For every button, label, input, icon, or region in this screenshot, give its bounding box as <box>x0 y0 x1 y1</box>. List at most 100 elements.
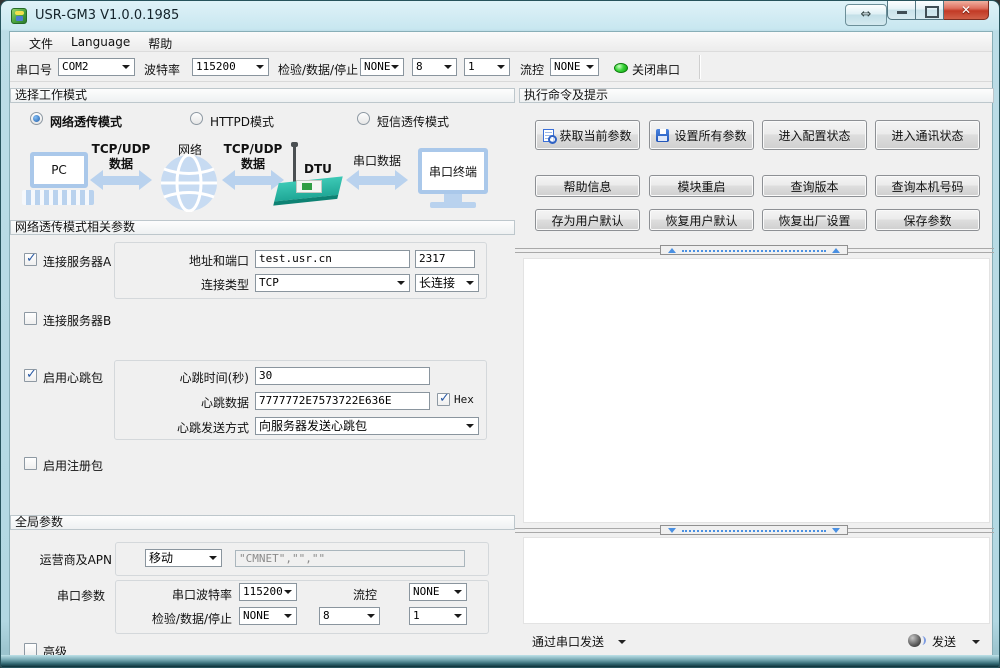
server-a-port-input[interactable]: 2317 <box>415 250 475 268</box>
port-open-led-icon <box>614 63 628 73</box>
flip-arrow-button[interactable]: ⇔ <box>845 4 887 26</box>
serial-stopbits-select[interactable]: 1 <box>409 607 467 625</box>
get-current-params-button[interactable]: 获取当前参数 <box>535 120 640 150</box>
collapse-up-icon <box>668 248 676 253</box>
log-splitter-top <box>515 245 994 256</box>
close-port-button[interactable]: 关闭串口 <box>632 61 680 78</box>
heartbeat-time-input[interactable]: 30 <box>255 367 430 385</box>
set-all-params-button[interactable]: 设置所有参数 <box>649 120 754 150</box>
radio-sms-mode[interactable] <box>357 112 370 125</box>
conn-type-label: 连接类型 <box>114 276 249 293</box>
splitter-grip[interactable] <box>660 525 848 535</box>
chevron-down-icon[interactable] <box>972 640 980 644</box>
save-params-button[interactable]: 保存参数 <box>875 209 980 231</box>
enter-comm-mode-button[interactable]: 进入通讯状态 <box>875 120 980 150</box>
databits-select[interactable]: 8 <box>412 58 457 76</box>
link1-label-line1: TCP/UDP <box>90 142 152 156</box>
send-via-serial-dropdown[interactable]: 通过串口发送 <box>532 633 604 650</box>
log-splitter-bottom <box>515 525 994 536</box>
addr-port-label: 地址和端口 <box>114 252 249 269</box>
serial-pds-label: 检验/数据/停止 <box>114 610 232 627</box>
close-button[interactable] <box>944 1 989 20</box>
minimize-button[interactable] <box>887 1 916 20</box>
dtu-antenna-icon <box>293 146 296 184</box>
heartbeat-data-input[interactable]: 7777772E7573722E636E <box>255 392 430 410</box>
serial-databits-select[interactable]: 8 <box>319 607 380 625</box>
baud-label: 波特率 <box>144 61 180 78</box>
module-restart-button[interactable]: 模块重启 <box>649 175 754 197</box>
baud-select[interactable]: 115200 <box>192 58 269 76</box>
carrier-select[interactable]: 移动 <box>145 549 222 567</box>
send-button[interactable]: 发送 <box>932 633 956 650</box>
monitor-stand-icon <box>444 194 462 202</box>
chevron-down-icon[interactable] <box>618 640 626 644</box>
menu-help[interactable]: 帮助 <box>139 32 181 51</box>
radio-net-transparent-mode[interactable] <box>30 112 43 125</box>
restore-user-default-button[interactable]: 恢复用户默认 <box>649 209 754 231</box>
title-bar: USR-GM3 V1.0.0.1985 ⇔ <box>1 1 999 31</box>
server-a-label[interactable]: 连接服务器A <box>43 253 111 270</box>
dtu-chip-icon <box>302 183 312 190</box>
stopbits-select[interactable]: 1 <box>464 58 510 76</box>
maximize-button[interactable] <box>916 1 944 20</box>
hex-checkbox[interactable] <box>437 393 450 406</box>
query-local-number-button[interactable]: 查询本机号码 <box>875 175 980 197</box>
collapse-down-icon <box>832 528 840 533</box>
net-params-header: 网络透传模式相关参数 <box>10 220 515 235</box>
serial-parity-select[interactable]: NONE <box>239 607 297 625</box>
menu-file[interactable]: 文件 <box>20 32 62 51</box>
flow-select[interactable]: NONE <box>550 58 599 76</box>
radio-httpd-label[interactable]: HTTPD模式 <box>210 113 274 130</box>
serial-flow-label: 流控 <box>310 586 377 603</box>
radio-net-transparent-label[interactable]: 网络透传模式 <box>50 113 122 130</box>
collapse-down-icon <box>668 528 676 533</box>
server-a-address-input[interactable]: test.usr.cn <box>255 250 410 268</box>
network-globe-icon <box>160 154 218 212</box>
server-a-checkbox[interactable] <box>24 253 37 266</box>
window-frame-bottom <box>1 655 999 667</box>
link3-label: 串口数据 <box>346 152 408 169</box>
heartbeat-time-label: 心跳时间(秒) <box>114 369 249 386</box>
floppy-disk-icon <box>656 129 669 142</box>
conn-type-select[interactable]: TCP <box>255 274 410 292</box>
conn-mode-select[interactable]: 长连接 <box>415 274 479 292</box>
parity-select[interactable]: NONE <box>360 58 404 76</box>
server-b-checkbox[interactable] <box>24 312 37 325</box>
hex-label[interactable]: Hex <box>454 393 474 406</box>
serial-baud-select[interactable]: 115200 <box>239 583 297 601</box>
help-info-button[interactable]: 帮助信息 <box>535 175 640 197</box>
app-window: USR-GM3 V1.0.0.1985 ⇔ 文件 Language 帮助 串口号… <box>0 0 1000 668</box>
register-checkbox[interactable] <box>24 457 37 470</box>
serial-flow-select[interactable]: NONE <box>409 583 467 601</box>
send-sound-icon <box>908 634 921 647</box>
radio-httpd-mode[interactable] <box>190 112 203 125</box>
link3-arrow-icon <box>346 170 408 190</box>
query-version-button[interactable]: 查询版本 <box>762 175 867 197</box>
link2-label-line1: TCP/UDP <box>222 142 284 156</box>
port-label: 串口号 <box>16 61 52 78</box>
response-log-area[interactable] <box>523 258 990 523</box>
register-label[interactable]: 启用注册包 <box>43 457 103 474</box>
splitter-grip[interactable] <box>660 245 848 255</box>
enter-config-mode-button[interactable]: 进入配置状态 <box>762 120 867 150</box>
client-area: 文件 Language 帮助 串口号 COM2 波特率 115200 检验/数据… <box>9 31 993 657</box>
heartbeat-data-label: 心跳数据 <box>114 394 249 411</box>
pc-keyboard-icon <box>22 190 94 205</box>
send-input-area[interactable] <box>523 537 990 624</box>
window-controls <box>887 1 989 20</box>
heartbeat-mode-label: 心跳发送方式 <box>114 419 249 436</box>
work-mode-header: 选择工作模式 <box>10 88 515 103</box>
heartbeat-checkbox[interactable] <box>24 369 37 382</box>
radio-sms-label[interactable]: 短信透传模式 <box>377 113 449 130</box>
restore-factory-button[interactable]: 恢复出厂设置 <box>762 209 867 231</box>
save-user-default-button[interactable]: 存为用户默认 <box>535 209 640 231</box>
server-b-label[interactable]: 连接服务器B <box>43 312 111 329</box>
port-select[interactable]: COM2 <box>58 58 135 76</box>
dtu-label: DTU <box>304 162 332 176</box>
heartbeat-mode-select[interactable]: 向服务器发送心跳包 <box>255 417 479 435</box>
app-icon <box>11 8 27 24</box>
carrier-apn-label: 运营商及APN <box>20 551 112 568</box>
doc-search-icon <box>543 129 554 142</box>
heartbeat-label[interactable]: 启用心跳包 <box>43 369 103 386</box>
menu-language[interactable]: Language <box>62 32 139 51</box>
